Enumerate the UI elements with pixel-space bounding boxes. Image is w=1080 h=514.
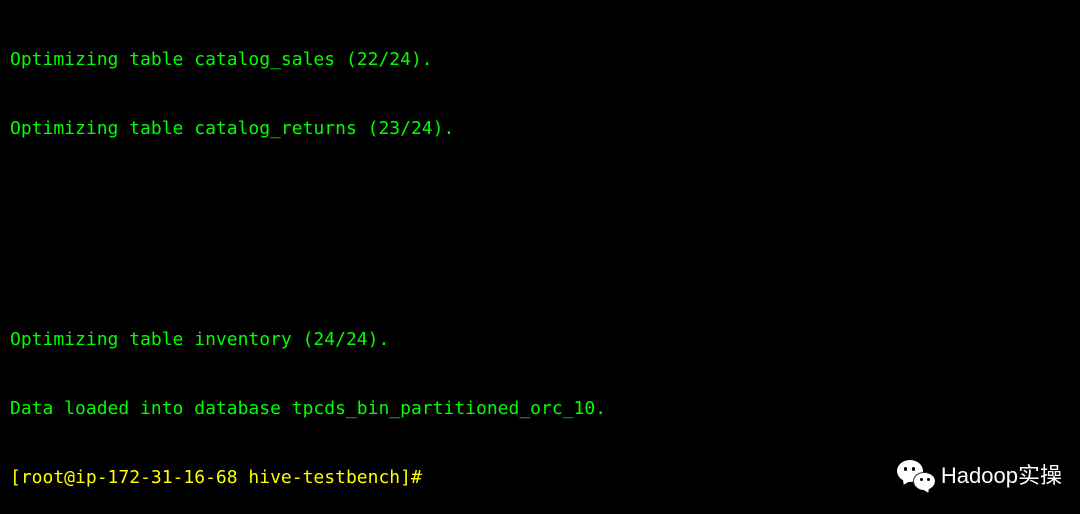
output-line: Optimizing table inventory (24/24). [10,328,606,351]
terminal-output-top: Optimizing table catalog_sales (22/24). … [10,2,454,163]
watermark-text: Hadoop实操 [941,462,1062,490]
watermark: Hadoop实操 [897,460,1062,492]
output-line: Data loaded into database tpcds_bin_part… [10,397,606,420]
terminal-output-bottom: Optimizing table inventory (24/24). Data… [10,282,606,512]
shell-prompt[interactable]: [root@ip-172-31-16-68 hive-testbench]# [10,466,606,489]
output-line: Optimizing table catalog_sales (22/24). [10,48,454,71]
output-line: Optimizing table catalog_returns (23/24)… [10,117,454,140]
wechat-icon [897,460,935,492]
